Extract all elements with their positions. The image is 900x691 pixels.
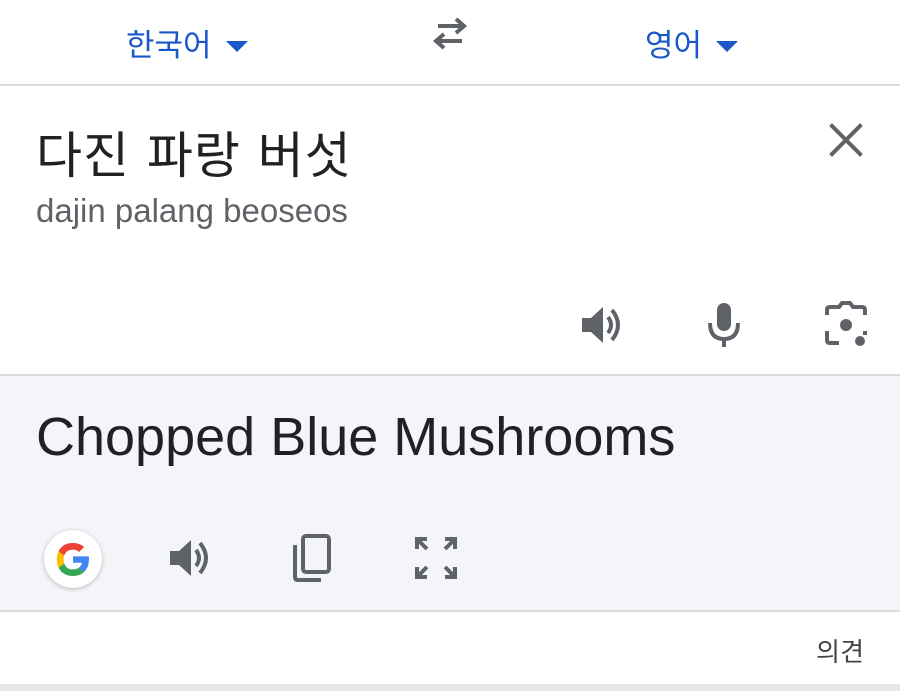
camera-icon <box>825 301 867 346</box>
source-text[interactable]: 다진 파랑 버섯 <box>36 116 352 188</box>
google-icon <box>56 543 89 576</box>
swap-horiz-icon <box>432 17 468 50</box>
translated-text: Chopped Blue Mushrooms <box>36 407 676 467</box>
fullscreen-icon <box>415 537 457 579</box>
source-language-selector[interactable]: 한국어 <box>126 18 248 66</box>
footer: 의견 <box>0 612 900 691</box>
speaker-icon <box>170 540 208 576</box>
google-search-button[interactable] <box>44 530 102 588</box>
camera-translate-button[interactable] <box>820 299 872 351</box>
listen-translation-button[interactable] <box>164 532 216 584</box>
copy-translation-button[interactable] <box>286 532 338 584</box>
target-language-selector[interactable]: 영어 <box>645 18 739 66</box>
translation-output-panel: Chopped Blue Mushrooms <box>0 376 900 612</box>
voice-input-button[interactable] <box>698 299 750 351</box>
language-bar: 한국어 영어 <box>0 0 900 86</box>
chevron-down-icon <box>225 40 248 52</box>
clear-input-button[interactable] <box>826 120 866 160</box>
feedback-link[interactable]: 의견 <box>816 632 864 669</box>
source-language-label: 한국어 <box>126 27 212 64</box>
fullscreen-button[interactable] <box>410 532 462 584</box>
close-icon <box>829 123 863 157</box>
mic-icon <box>708 303 740 347</box>
chevron-down-icon <box>716 40 739 52</box>
bottom-divider <box>0 684 900 691</box>
copy-icon <box>293 534 331 582</box>
source-input-panel: 다진 파랑 버섯 dajin palang beoseos <box>0 86 900 376</box>
swap-languages-button[interactable] <box>426 13 474 53</box>
speaker-icon <box>582 307 620 343</box>
target-language-label: 영어 <box>645 27 703 64</box>
listen-source-button[interactable] <box>576 299 628 351</box>
romanization-text: dajin palang beoseos <box>36 192 348 229</box>
